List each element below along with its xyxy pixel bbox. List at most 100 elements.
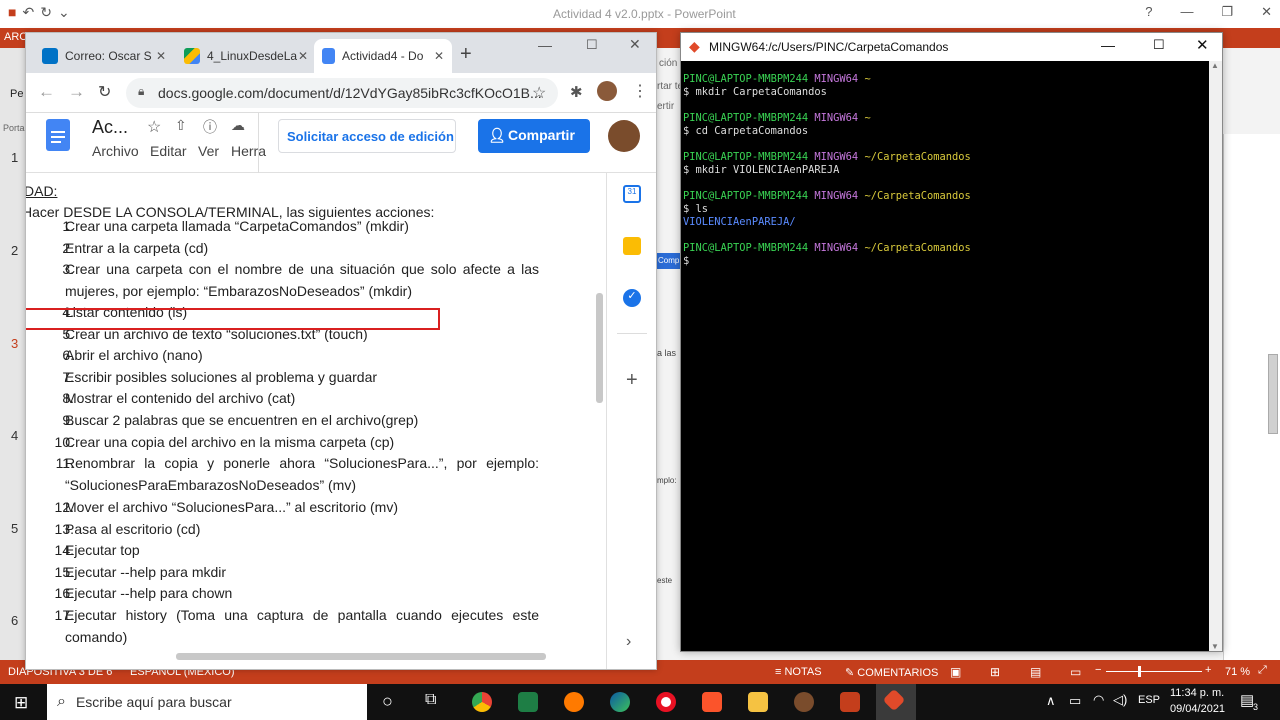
slide-number-5[interactable]: 5 <box>11 521 18 536</box>
firefox-icon[interactable] <box>564 692 584 712</box>
close-icon[interactable]: ✕ <box>1196 36 1209 54</box>
extensions-icon[interactable]: ✱ <box>570 83 583 101</box>
slide-number-1[interactable]: 1 <box>11 150 18 165</box>
menu-archivo[interactable]: Archivo <box>92 143 139 159</box>
fit-slide-icon[interactable]: ⤢ <box>1258 664 1267 677</box>
restore-icon[interactable]: ❐ <box>1221 4 1233 20</box>
brave-icon[interactable] <box>702 692 722 712</box>
view-sorter-icon[interactable]: ⊞ <box>990 665 1000 679</box>
close-tab-icon[interactable]: ✕ <box>434 49 444 63</box>
tab-correo[interactable]: Correo: Oscar S ✕ <box>34 39 174 73</box>
bookmark-star-icon[interactable]: ☆ <box>532 83 546 103</box>
file-explorer-icon[interactable] <box>748 692 768 712</box>
minimize-icon[interactable]: — <box>538 37 552 53</box>
terminal-output[interactable]: PINC@LAPTOP-MMBPM244 MINGW64 ~ $ mkdir Ca… <box>681 61 1209 651</box>
windows-start-icon[interactable]: ⊞ <box>14 693 28 713</box>
zoom-slider[interactable] <box>1106 671 1202 672</box>
help-icon[interactable]: ? <box>1145 4 1152 20</box>
keep-icon[interactable] <box>623 237 641 255</box>
chrome-icon[interactable] <box>472 692 492 712</box>
tab-linux[interactable]: 4_LinuxDesdeLa ✕ <box>176 39 316 73</box>
doc-hscroll-thumb[interactable] <box>176 653 546 660</box>
expand-panel-icon[interactable]: › <box>626 633 631 651</box>
clock-time[interactable]: 11:34 p. m. <box>1170 687 1224 699</box>
menu-herramientas[interactable]: Herra <box>231 143 266 159</box>
forward-icon[interactable]: → <box>68 82 85 102</box>
evernote-icon[interactable] <box>518 692 538 712</box>
cortana-icon[interactable]: ○ <box>382 691 393 712</box>
zoom-level[interactable]: 71 % <box>1225 666 1250 678</box>
peek-text-1: ción <box>659 58 678 69</box>
slide-number-3[interactable]: 3 <box>11 336 18 351</box>
prompt-shell: MINGW64 <box>814 242 859 254</box>
notes-button[interactable]: ≡ NOTAS <box>775 666 822 678</box>
scroll-down-icon[interactable]: ▼ <box>1211 642 1219 651</box>
save-icon[interactable]: ■ <box>8 4 16 21</box>
customize-icon[interactable]: ⌄ <box>58 4 70 21</box>
terminal-scrollbar[interactable]: ▲ ▼ <box>1209 61 1222 651</box>
scroll-up-icon[interactable]: ▲ <box>1211 61 1219 70</box>
show-hidden-icons[interactable]: ∧ <box>1046 693 1056 709</box>
view-normal-icon[interactable]: ▣ <box>950 665 961 679</box>
clock-date[interactable]: 09/04/2021 <box>1170 703 1225 715</box>
git-bash-taskbar-button[interactable] <box>876 684 916 720</box>
close-tab-icon[interactable]: ✕ <box>298 49 308 63</box>
ppt-scroll-thumb[interactable] <box>1268 354 1278 434</box>
edge-icon[interactable] <box>610 692 630 712</box>
maximize-icon[interactable]: ☐ <box>586 37 598 53</box>
cloud-icon[interactable]: ☁ <box>231 117 245 134</box>
doc-scroll-thumb[interactable] <box>596 293 603 403</box>
calendar-icon[interactable]: 31 <box>623 185 641 203</box>
menu-editar[interactable]: Editar <box>150 143 187 159</box>
ppt-right-scrollbar[interactable] <box>1223 134 1280 660</box>
comments-button[interactable]: ✎ COMENTARIOS <box>845 666 938 679</box>
zoom-out-icon[interactable]: − <box>1095 664 1101 676</box>
view-slideshow-icon[interactable]: ▭ <box>1070 665 1081 679</box>
battery-icon[interactable]: ▭ <box>1069 693 1081 709</box>
zoom-slider-thumb[interactable] <box>1138 666 1141 677</box>
profile-avatar[interactable] <box>597 81 617 101</box>
wifi-icon[interactable]: ◠ <box>1093 692 1104 708</box>
address-bar[interactable]: 🔒︎ docs.google.com/document/d/12VdYGay85… <box>126 78 558 108</box>
new-tab-icon[interactable]: + <box>460 43 472 66</box>
terminal-prompt: PINC@LAPTOP-MMBPM244 MINGW64 ~ <box>683 73 1209 86</box>
close-icon[interactable]: ✕ <box>629 36 641 53</box>
task-view-icon[interactable]: ⧉ <box>425 691 436 709</box>
powerpoint-icon[interactable] <box>840 692 860 712</box>
paste-label[interactable]: Pe <box>10 88 23 100</box>
tasks-icon[interactable]: ✓ <box>623 289 641 307</box>
volume-icon[interactable]: ◁) <box>1113 692 1127 708</box>
share-button[interactable]: 👤︎ Compartir <box>478 119 590 153</box>
back-icon[interactable]: ← <box>38 82 55 102</box>
doc-title[interactable]: Ac... <box>92 117 128 138</box>
move-icon[interactable]: ⇧ <box>175 117 187 134</box>
google-docs-logo[interactable] <box>46 119 70 151</box>
tab-actividad4[interactable]: Actividad4 - Do ✕ <box>314 39 452 73</box>
slide-number-4[interactable]: 4 <box>11 428 18 443</box>
menu-ver[interactable]: Ver <box>198 143 219 159</box>
slide-number-6[interactable]: 6 <box>11 613 18 628</box>
info-icon[interactable]: ⓘ <box>203 117 217 137</box>
minimize-icon[interactable]: — <box>1101 37 1115 53</box>
close-icon[interactable]: ✕ <box>1261 4 1272 20</box>
opera-icon[interactable] <box>656 692 676 712</box>
redo-icon[interactable]: ↻ <box>40 4 52 21</box>
reload-icon[interactable]: ↻ <box>98 82 111 102</box>
user-avatar[interactable] <box>608 120 640 152</box>
undo-icon[interactable]: ↶ <box>22 4 34 21</box>
slide-number-2[interactable]: 2 <box>11 243 18 258</box>
doc-heading: DAD: <box>26 183 58 199</box>
ribbon-tab-file[interactable]: ARC <box>4 31 27 43</box>
chrome-profile-icon[interactable] <box>794 692 814 712</box>
close-tab-icon[interactable]: ✕ <box>156 49 166 63</box>
language-indicator[interactable]: ESP <box>1138 694 1160 706</box>
view-reading-icon[interactable]: ▤ <box>1030 665 1041 679</box>
request-edit-button[interactable]: Solicitar acceso de edición <box>278 119 456 153</box>
zoom-in-icon[interactable]: + <box>1205 664 1211 676</box>
menu-dots-icon[interactable]: ⋮ <box>632 81 648 101</box>
minimize-icon[interactable]: — <box>1180 4 1193 20</box>
maximize-icon[interactable]: ☐ <box>1153 37 1165 53</box>
add-addon-icon[interactable]: + <box>626 369 638 392</box>
taskbar-search[interactable]: ⌕ Escribe aquí para buscar <box>47 684 367 720</box>
star-icon[interactable]: ☆ <box>147 117 161 137</box>
